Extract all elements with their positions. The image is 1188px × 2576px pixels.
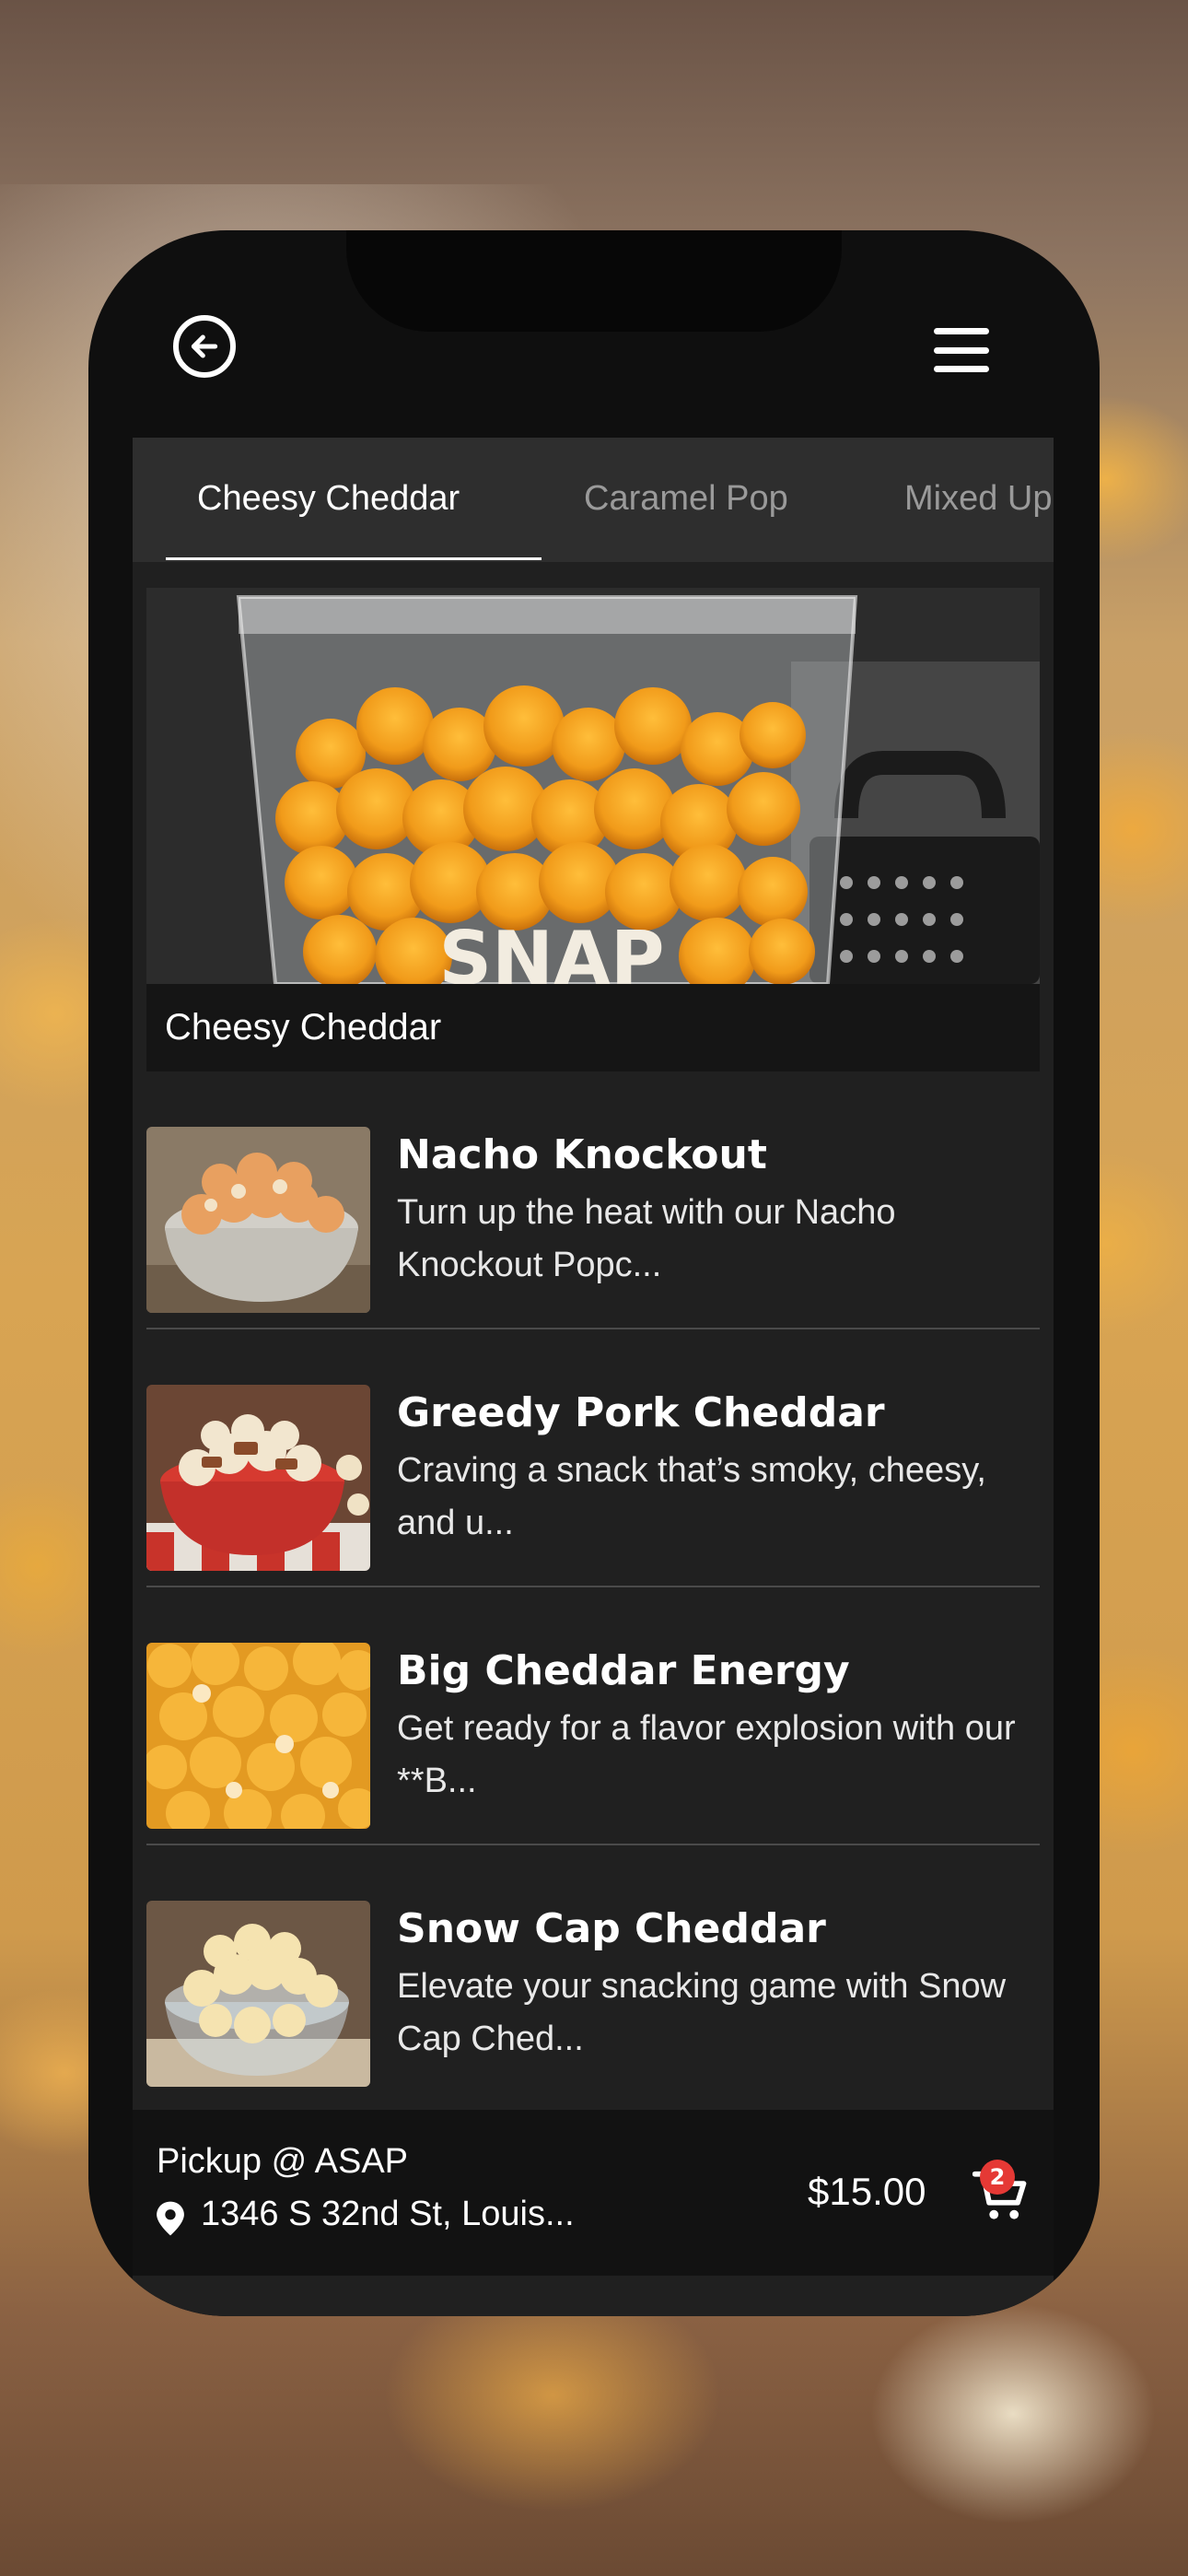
- arrow-left-icon: [191, 334, 218, 358]
- phone-notch: [346, 230, 842, 332]
- product-description: Elevate your snacking game with Snow Cap…: [397, 1967, 1007, 2058]
- product-item-greedy-pork-cheddar[interactable]: Greedy Pork Cheddar Craving a snack that…: [146, 1329, 1040, 1587]
- product-description: Get ready for a flavor explosion with ou…: [397, 1709, 1016, 1800]
- pickup-time-label[interactable]: Pickup @ ASAP: [157, 2142, 408, 2182]
- back-button[interactable]: [173, 315, 236, 378]
- product-item-snow-cap-cheddar[interactable]: Snow Cap Cheddar Elevate your snacking g…: [146, 1845, 1040, 2103]
- featured-caption: Cheesy Cheddar: [165, 1007, 442, 1048]
- main-content: Cheesy Cheddar Caramel Pop Mixed Up SNAP…: [133, 438, 1054, 2316]
- tab-caramel-pop[interactable]: Caramel Pop: [584, 438, 788, 562]
- category-tabs: Cheesy Cheddar Caramel Pop Mixed Up: [133, 438, 1054, 562]
- tab-cheesy-cheddar[interactable]: Cheesy Cheddar: [197, 438, 460, 562]
- product-title: Greedy Pork Cheddar: [397, 1389, 885, 1436]
- product-item-big-cheddar-energy[interactable]: Big Cheddar Energy Get ready for a flavo…: [146, 1587, 1040, 1845]
- product-thumbnail: [146, 1127, 370, 1313]
- phone-frame: Cheesy Cheddar Caramel Pop Mixed Up SNAP…: [88, 230, 1100, 2316]
- featured-category-card[interactable]: SNAP Cheesy Cheddar: [146, 588, 1040, 1071]
- order-total: $15.00: [808, 2170, 926, 2213]
- featured-image: SNAP: [146, 588, 1040, 984]
- hamburger-menu-icon: [934, 328, 989, 334]
- tab-mixed-up[interactable]: Mixed Up: [904, 438, 1053, 562]
- product-list: Nacho Knockout Turn up the heat with our…: [146, 1071, 1040, 2103]
- product-title: Nacho Knockout: [397, 1131, 767, 1178]
- location-pin-icon: [157, 2201, 184, 2236]
- product-item-nacho-knockout[interactable]: Nacho Knockout Turn up the heat with our…: [146, 1071, 1040, 1329]
- product-title: Big Cheddar Energy: [397, 1647, 850, 1694]
- menu-button[interactable]: [934, 328, 989, 372]
- bag-print-text: SNAP: [438, 916, 664, 984]
- product-description: Turn up the heat with our Nacho Knockout…: [397, 1193, 896, 1284]
- product-description: Craving a snack that’s smoky, cheesy, an…: [397, 1451, 986, 1542]
- product-thumbnail: [146, 1901, 370, 2087]
- order-summary-bar[interactable]: Pickup @ ASAP 1346 S 32nd St, Louis... $…: [133, 2110, 1054, 2276]
- product-thumbnail: [146, 1643, 370, 1829]
- product-thumbnail: [146, 1385, 370, 1571]
- active-tab-indicator: [166, 557, 542, 560]
- cart-count-badge: 2: [980, 2160, 1015, 2195]
- product-title: Snow Cap Cheddar: [397, 1905, 826, 1952]
- pickup-address[interactable]: 1346 S 32nd St, Louis...: [201, 2195, 575, 2234]
